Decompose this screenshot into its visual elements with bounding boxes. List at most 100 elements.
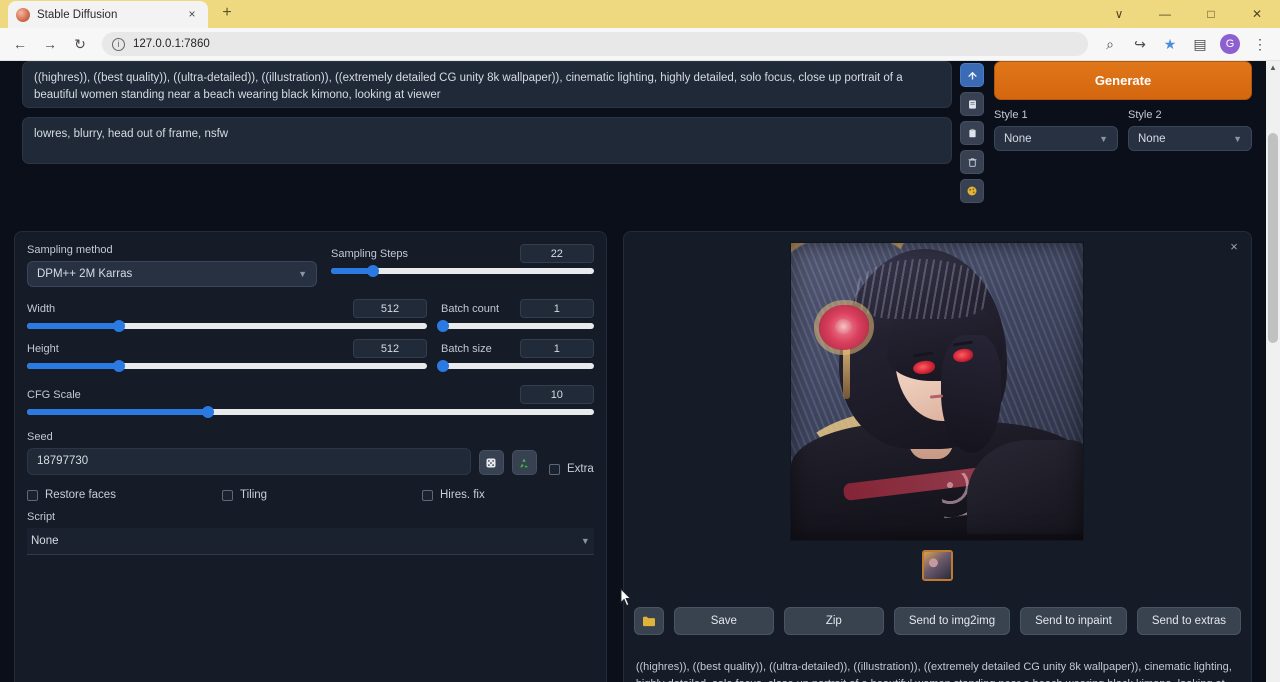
browser-menu-icon[interactable]: ⋮ [1246,31,1274,57]
tab-search-chevron-icon[interactable]: ∨ [1096,0,1142,28]
search-icon[interactable]: ⌕ [1096,31,1124,57]
send-to-extras-button[interactable]: Send to extras [1137,607,1241,635]
slider-knob[interactable] [113,360,125,372]
height-value[interactable]: 512 [353,339,427,358]
send-to-img2img-button[interactable]: Send to img2img [894,607,1010,635]
send-to-inpaint-button[interactable]: Send to inpaint [1020,607,1127,635]
clipboard-icon[interactable] [960,121,984,145]
sampling-method-select[interactable]: DPM++ 2M Karras ▼ [27,261,317,287]
width-value[interactable]: 512 [353,299,427,318]
bookmark-star-icon[interactable]: ★ [1156,31,1184,57]
zip-button[interactable]: Zip [784,607,884,635]
batch-count-value[interactable]: 1 [520,299,594,318]
width-slider[interactable] [27,323,427,329]
batch-count-slider[interactable] [441,323,594,329]
checkbox-icon[interactable] [422,490,433,501]
batch-group: Batch count 1 Batch size [441,299,594,379]
browser-toolbar: ← → ↻ i 127.0.0.1:7860 ⌕ ↪ ★ ▤ G ⋮ [0,28,1280,61]
sampling-steps-head: Sampling Steps 22 [331,244,594,263]
slider-knob[interactable] [437,320,449,332]
prompt-inputs: ((highres)), ((best quality)), ((ultra-d… [14,61,952,203]
slider-knob[interactable] [367,265,379,277]
style2-select[interactable]: None ▼ [1128,126,1252,151]
clear-prompt-trash-icon[interactable] [960,150,984,174]
close-image-icon[interactable]: × [1225,238,1243,256]
sampling-method-group: Sampling method DPM++ 2M Karras ▼ [27,244,317,287]
slider-fill [27,409,208,415]
checkbox-icon[interactable] [549,464,560,475]
page-scrollbar[interactable]: ▲ [1266,61,1280,682]
forward-icon[interactable]: → [36,31,64,57]
extra-seed-checkbox[interactable]: Extra [549,463,594,475]
window-controls: ∨ — □ ✕ [1096,0,1280,28]
favicon-icon [16,8,30,22]
generated-image[interactable] [790,242,1084,541]
sampling-steps-value[interactable]: 22 [520,244,594,263]
sampling-steps-slider[interactable] [331,268,594,274]
slider-knob[interactable] [202,406,214,418]
thumbnail-preview [924,552,951,579]
paste-prompt-icon[interactable] [960,92,984,116]
cfg-scale-label: CFG Scale [27,389,81,401]
maximize-button[interactable]: □ [1188,0,1234,28]
sampling-method-value: DPM++ 2M Karras [37,268,132,280]
profile-avatar[interactable]: G [1220,34,1240,54]
seed-input[interactable]: 18797730 [27,448,471,475]
random-seed-dice-icon[interactable] [479,450,504,475]
slider-knob[interactable] [437,360,449,372]
slider-fill [27,363,119,369]
seed-row: 18797730 Extra [27,448,594,475]
checkbox-icon[interactable] [27,490,38,501]
recycle-seed-icon[interactable] [512,450,537,475]
script-select[interactable]: None ▼ [27,528,594,555]
address-bar[interactable]: i 127.0.0.1:7860 [102,32,1088,56]
restore-progress-icon[interactable] [960,63,984,87]
url-text: 127.0.0.1:7860 [133,38,210,50]
site-info-icon[interactable]: i [112,38,125,51]
reload-icon[interactable]: ↻ [66,31,94,57]
height-slider[interactable] [27,363,427,369]
size-batch-row: Width 512 Height [27,299,594,379]
width-label: Width [27,303,55,315]
batch-size-value[interactable]: 1 [520,339,594,358]
close-window-button[interactable]: ✕ [1234,0,1280,28]
main-content: Sampling method DPM++ 2M Karras ▼ Sampli… [0,231,1266,682]
scroll-up-arrow-icon[interactable]: ▲ [1266,61,1280,75]
hires-fix-label: Hires. fix [440,489,485,501]
tiling-checkbox[interactable]: Tiling [222,489,422,501]
scrollbar-thumb[interactable] [1268,133,1278,343]
style2-value: None [1138,133,1166,145]
cfg-scale-slider[interactable] [27,409,594,415]
tab-close-icon[interactable]: × [184,7,200,23]
positive-prompt-input[interactable]: ((highres)), ((best quality)), ((ultra-d… [22,61,952,108]
image-gallery-thumbnail[interactable] [922,550,953,581]
generate-button[interactable]: Generate [994,61,1252,100]
cfg-scale-value[interactable]: 10 [520,385,594,404]
generation-info-prompt: ((highres)), ((best quality)), ((ultra-d… [636,659,1239,682]
slider-knob[interactable] [113,320,125,332]
sampler-row: Sampling method DPM++ 2M Karras ▼ Sampli… [27,244,594,287]
save-button[interactable]: Save [674,607,774,635]
height-label: Height [27,343,59,355]
seed-section: Seed 18797730 Extra [27,431,594,475]
show-styles-palette-icon[interactable] [960,179,984,203]
tab-title: Stable Diffusion [37,9,177,21]
collections-icon[interactable]: ▤ [1186,31,1214,57]
restore-faces-label: Restore faces [45,489,116,501]
generate-section: Generate Style 1 None ▼ Style 2 [952,61,1252,203]
negative-prompt-input[interactable]: lowres, blurry, head out of frame, nsfw [22,117,952,164]
image-area [634,242,1241,581]
checkbox-icon[interactable] [222,490,233,501]
chevron-down-icon: ▼ [1233,134,1242,144]
browser-tab-stable-diffusion[interactable]: Stable Diffusion × [8,1,208,28]
share-icon[interactable]: ↪ [1126,31,1154,57]
style1-select[interactable]: None ▼ [994,126,1118,151]
open-folder-button[interactable] [634,607,664,635]
batch-size-group: Batch size 1 [441,339,594,369]
hires-fix-checkbox[interactable]: Hires. fix [422,489,485,501]
minimize-button[interactable]: — [1142,0,1188,28]
back-icon[interactable]: ← [6,31,34,57]
batch-size-slider[interactable] [441,363,594,369]
new-tab-button[interactable]: + [214,1,240,27]
restore-faces-checkbox[interactable]: Restore faces [27,489,222,501]
